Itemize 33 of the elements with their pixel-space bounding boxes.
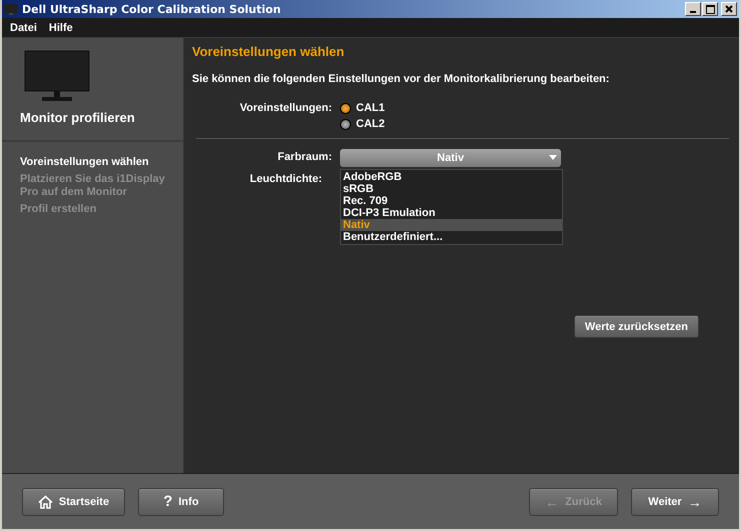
maximize-button[interactable] [702, 2, 718, 16]
minimize-button[interactable] [685, 2, 701, 16]
window-title: Dell UltraSharp Color Calibration Solution [22, 2, 282, 16]
step-item: Profil erstellen [20, 203, 98, 216]
footer-button[interactable]: Startseite [22, 488, 125, 516]
field-label: Leuchtdichte: [248, 172, 323, 187]
page-heading: Voreinstellungen wählen [192, 44, 346, 59]
close-button[interactable] [721, 2, 737, 16]
home-icon [38, 494, 53, 508]
list-option[interactable]: Rec. 709 [341, 195, 562, 207]
list-option[interactable]: AdobeRGB [341, 171, 562, 183]
section-title: Monitor profilieren [20, 110, 136, 125]
step-item: Voreinstellungen wählen [20, 156, 150, 169]
list-option[interactable]: Nativ [341, 219, 562, 231]
field-label: Voreinstellungen: [238, 101, 333, 116]
menu-item[interactable]: Hilfe [48, 22, 73, 34]
list-option[interactable]: Benutzerdefiniert... [341, 231, 562, 243]
caret-icon [549, 155, 557, 160]
menu-item[interactable]: Datei [10, 22, 37, 34]
step-item: Platzieren Sie das i1Display Pro auf dem Monitor [20, 173, 166, 199]
monitor-icon [4, 4, 18, 14]
footer-button[interactable]: Weiter → [631, 488, 719, 516]
list-option[interactable]: sRGB [341, 183, 562, 195]
radio-option[interactable]: CAL2 [340, 116, 385, 132]
footer-button[interactable]: ? Info [138, 488, 224, 516]
maximize-icon [706, 4, 714, 14]
intro-text: Sie können die folgenden Einstellungen vor der Monitorkalibrierung bearbeiten: [192, 73, 610, 85]
list-option[interactable]: DCI-P3 Emulation [341, 207, 562, 219]
monitor-drawing [24, 50, 90, 102]
reset-button[interactable]: Werte zurücksetzen [574, 315, 699, 338]
close-icon [725, 5, 733, 13]
field-label: Farbraum: [276, 150, 333, 165]
radio-option[interactable]: CAL1 [340, 100, 385, 116]
